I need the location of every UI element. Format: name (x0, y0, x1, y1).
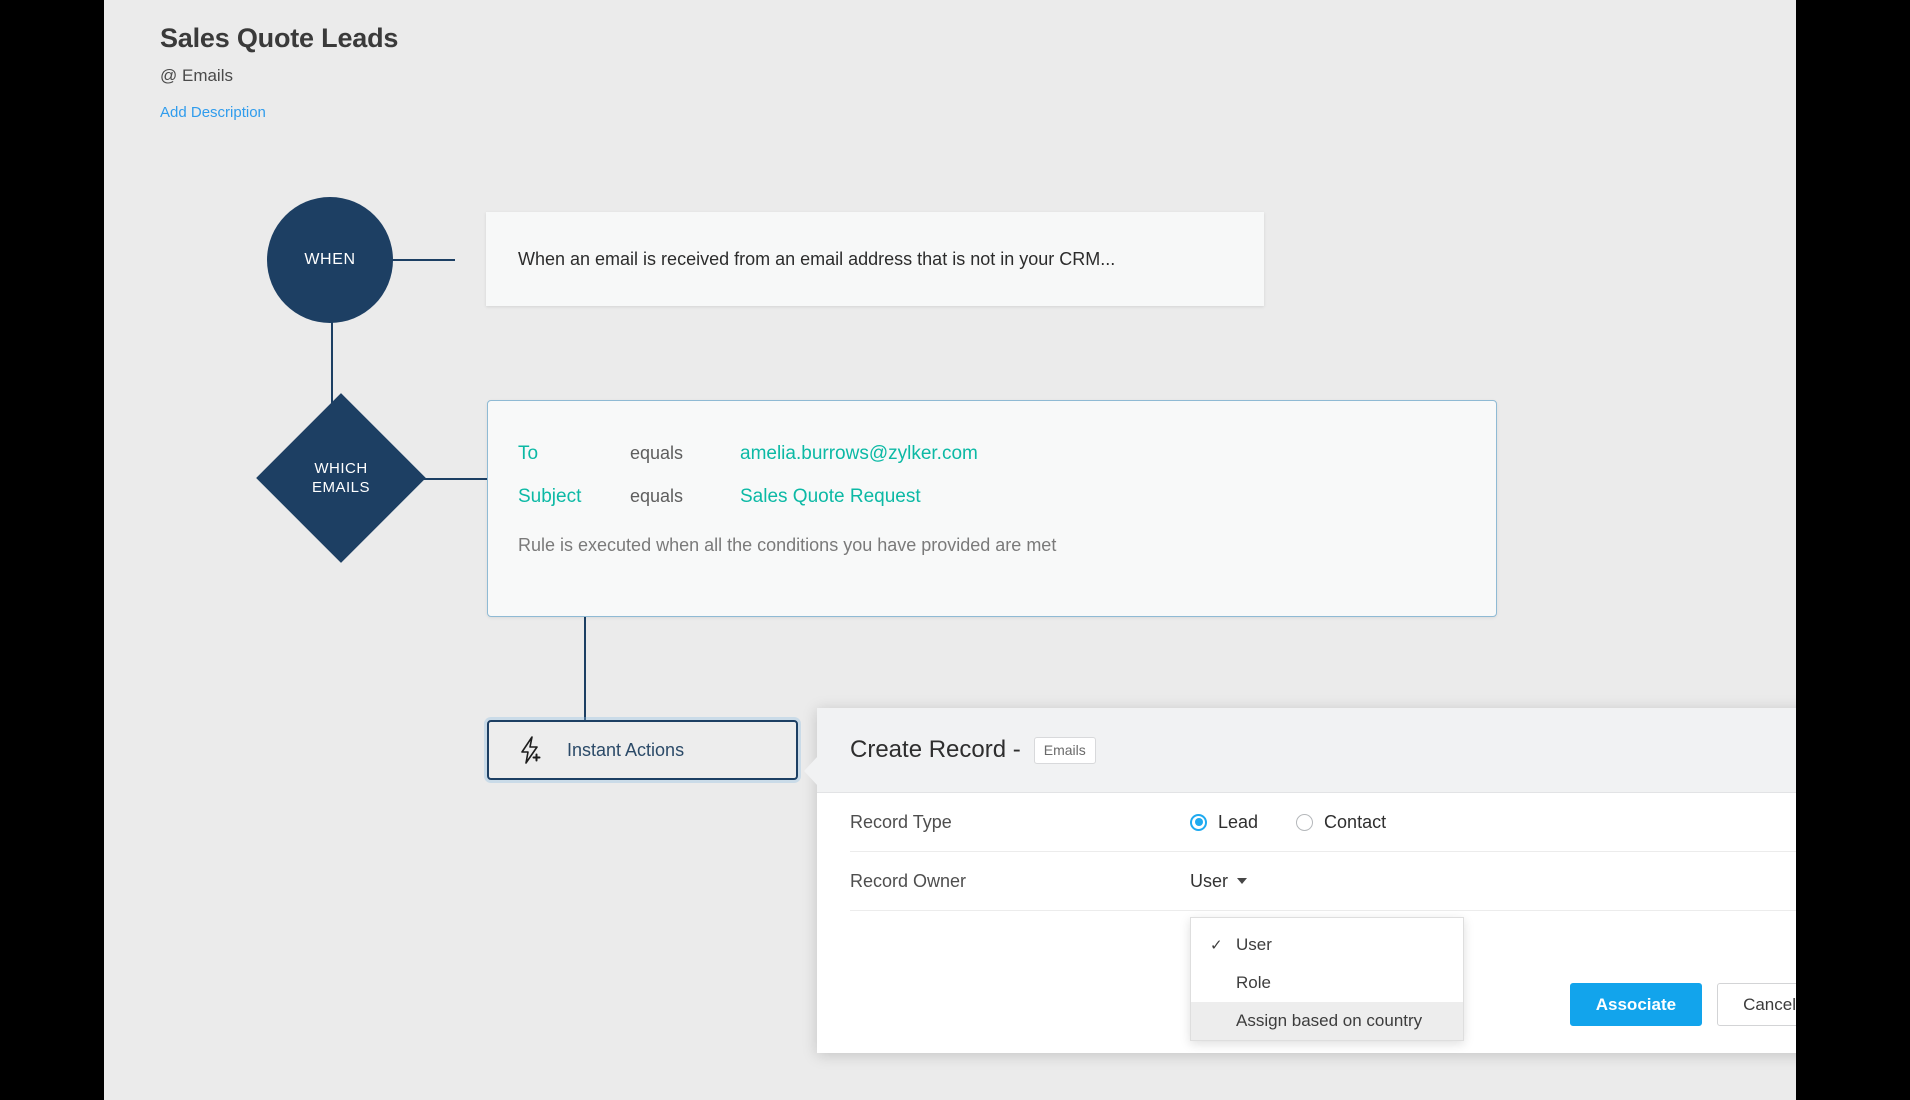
dialog-header: Create Record - Emails ✕ (817, 708, 1796, 793)
add-description-link[interactable]: Add Description (160, 104, 266, 122)
page-header: Sales Quote Leads @ Emails Add Descripti… (160, 22, 398, 122)
dropdown-item-user[interactable]: ✓ User (1191, 926, 1463, 964)
condition-value: Sales Quote Request (740, 486, 921, 508)
workflow-canvas: Sales Quote Leads @ Emails Add Descripti… (104, 0, 1796, 1100)
which-emails-label: WHICH EMAILS (261, 398, 421, 558)
record-type-option-label: Contact (1324, 812, 1386, 833)
connector-when-to-description (391, 259, 455, 261)
conditions-list: To equals amelia.burrows@zylker.com Subj… (488, 401, 1496, 508)
record-owner-row: Record Owner User (850, 852, 1796, 911)
instant-actions-button[interactable]: Instant Actions (487, 720, 798, 780)
dropdown-item-label: Assign based on country (1236, 1011, 1422, 1031)
record-type-radio-group: Lead Contact (1190, 812, 1386, 833)
dropdown-item-assign-based-on-country[interactable]: Assign based on country (1191, 1002, 1463, 1040)
conditions-note: Rule is executed when all the conditions… (518, 535, 1496, 556)
record-type-label: Record Type (850, 812, 1190, 833)
cancel-button[interactable]: Cancel (1717, 983, 1796, 1026)
associate-button[interactable]: Associate (1570, 983, 1702, 1026)
page-subtitle-module: @ Emails (160, 66, 398, 86)
dropdown-item-label: User (1236, 935, 1272, 955)
record-type-option-label: Lead (1218, 812, 1258, 833)
when-description-box[interactable]: When an email is received from an email … (486, 212, 1264, 306)
radio-unselected-icon (1296, 814, 1313, 831)
dialog-footer: Associate Cancel (1570, 983, 1796, 1026)
dialog-body: Record Type Lead Contact Record Owner Us… (817, 793, 1796, 911)
record-owner-select[interactable]: User (1190, 871, 1247, 892)
dialog-pointer (804, 756, 818, 786)
letterbox-right (1796, 0, 1910, 1100)
connector-conditions-to-actions (584, 616, 586, 720)
when-node-label: WHEN (304, 251, 355, 269)
condition-row: Subject equals Sales Quote Request (518, 486, 1496, 508)
instant-actions-label: Instant Actions (567, 740, 684, 761)
check-icon: ✓ (1210, 936, 1236, 954)
radio-selected-icon (1190, 814, 1207, 831)
dropdown-item-label: Role (1236, 973, 1271, 993)
record-owner-selected-value: User (1190, 871, 1228, 892)
condition-operator: equals (630, 443, 740, 464)
when-description-text: When an email is received from an email … (518, 249, 1115, 270)
chevron-down-icon (1237, 878, 1247, 884)
condition-field: Subject (518, 486, 630, 508)
page-title: Sales Quote Leads (160, 22, 398, 54)
lightning-bolt-plus-icon (518, 735, 544, 765)
which-emails-label-line1: WHICH (314, 459, 367, 478)
record-owner-dropdown: ✓ User Role Assign based on country (1190, 917, 1464, 1041)
record-type-option-contact[interactable]: Contact (1296, 812, 1386, 833)
letterbox-left (0, 0, 104, 1100)
which-emails-node[interactable]: WHICH EMAILS (261, 398, 421, 558)
dialog-title: Create Record - (850, 736, 1021, 764)
which-emails-label-line2: EMAILS (312, 478, 370, 497)
record-type-option-lead[interactable]: Lead (1190, 812, 1258, 833)
dialog-module-tag: Emails (1034, 737, 1096, 764)
dropdown-item-role[interactable]: Role (1191, 964, 1463, 1002)
condition-field: To (518, 443, 630, 465)
condition-row: To equals amelia.burrows@zylker.com (518, 443, 1496, 465)
record-type-row: Record Type Lead Contact (850, 793, 1796, 852)
condition-value: amelia.burrows@zylker.com (740, 443, 978, 465)
when-node[interactable]: WHEN (267, 197, 393, 323)
conditions-panel[interactable]: To equals amelia.burrows@zylker.com Subj… (487, 400, 1497, 617)
condition-operator: equals (630, 486, 740, 507)
record-owner-label: Record Owner (850, 871, 1190, 892)
